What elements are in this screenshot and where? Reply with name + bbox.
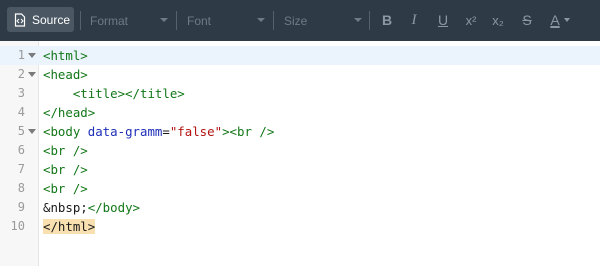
font-dropdown[interactable]: Font (187, 11, 265, 30)
toolbar-separator (80, 11, 81, 30)
format-dropdown[interactable]: Format (90, 11, 168, 30)
font-label: Font (187, 13, 212, 28)
code-line[interactable]: 5 <body data-gramm="false"><br /> (0, 122, 600, 141)
code-line[interactable]: 8 <br /> (0, 179, 600, 198)
code-token: <br /> (43, 162, 88, 177)
strikethrough-button[interactable]: S (519, 10, 535, 30)
code-token: </head> (43, 105, 96, 120)
code-line[interactable]: 1 <html> (0, 46, 600, 65)
line-number: 6 (17, 143, 25, 157)
subscript-icon: x₂ (492, 12, 504, 28)
code-text: <head> (43, 65, 88, 84)
italic-icon: I (411, 11, 417, 28)
line-number: 2 (17, 67, 25, 81)
code-line[interactable]: 2 <head> (0, 65, 600, 84)
code-token: </body> (87, 200, 140, 215)
line-number: 3 (17, 86, 25, 100)
fold-toggle-icon[interactable] (28, 129, 36, 134)
code-text: <body data-gramm="false"><br /> (43, 122, 274, 141)
code-token: data-gramm (87, 124, 163, 139)
fold-toggle-icon[interactable] (28, 53, 36, 58)
editor-toolbar: Source Format Font Size B I U x² x₂ S A (0, 0, 600, 41)
underline-icon: U (437, 12, 449, 28)
underline-button[interactable]: U (435, 10, 451, 30)
superscript-button[interactable]: x² (462, 10, 480, 30)
toolbar-separator (369, 11, 370, 30)
source-label: Source (32, 12, 71, 27)
chevron-down-icon (563, 18, 570, 22)
line-number: 5 (17, 124, 25, 138)
format-label: Format (90, 13, 129, 28)
bold-button[interactable]: B (379, 10, 395, 30)
code-line[interactable]: 10 </html> (0, 217, 600, 236)
code-line[interactable]: 7 <br /> (0, 160, 600, 179)
code-token: <html> (43, 48, 88, 63)
code-line[interactable]: 3 <title></title> (0, 84, 600, 103)
code-text: &nbsp;</body> (43, 198, 140, 217)
code-token: <body (43, 124, 88, 139)
code-token: <head> (43, 67, 88, 82)
code-line[interactable]: 9 &nbsp;</body> (0, 198, 600, 217)
chevron-down-icon (257, 18, 265, 22)
line-number: 8 (17, 181, 25, 195)
toolbar-separator (176, 11, 177, 30)
chevron-down-icon (354, 18, 362, 22)
code-token: </html> (43, 219, 96, 234)
size-label: Size (284, 13, 308, 28)
code-token: <title></title> (72, 86, 185, 101)
bold-icon: B (381, 12, 393, 28)
code-text: <br /> (43, 179, 88, 198)
code-token: <br /> (43, 143, 88, 158)
line-number: 4 (17, 105, 25, 119)
toolbar-separator (273, 11, 274, 30)
source-button[interactable]: Source (7, 7, 74, 32)
line-number: 10 (10, 219, 25, 233)
italic-button[interactable]: I (407, 10, 421, 30)
text-color-button[interactable]: A (547, 10, 573, 30)
code-editor[interactable]: 1 <html> 2 <head> 3 <title></title> 4 </head> 5… (0, 41, 600, 266)
code-text: <html> (43, 46, 88, 65)
superscript-icon: x² (465, 12, 477, 28)
code-token: = (162, 124, 170, 139)
code-token: &nbsp; (43, 200, 88, 215)
strikethrough-icon: S (522, 12, 532, 28)
code-text: <br /> (43, 141, 88, 160)
fold-toggle-icon[interactable] (28, 72, 36, 77)
chevron-down-icon (160, 18, 168, 22)
code-text: </head> (43, 103, 95, 122)
size-dropdown[interactable]: Size (284, 11, 362, 30)
code-text: <title></title> (43, 84, 185, 103)
subscript-button[interactable]: x₂ (489, 10, 507, 30)
line-number: 1 (17, 48, 25, 62)
code-line[interactable]: 4 </head> (0, 103, 600, 122)
code-token: "false" (169, 124, 223, 139)
code-token: <br /> (43, 181, 88, 196)
code-line[interactable]: 6 <br /> (0, 141, 600, 160)
code-text: <br /> (43, 160, 88, 179)
source-icon (14, 12, 26, 27)
code-token: ><br /> (222, 124, 275, 139)
line-number: 7 (17, 162, 25, 176)
code-text: </html> (43, 217, 96, 236)
text-color-icon: A (550, 12, 560, 28)
line-number: 9 (17, 200, 25, 214)
